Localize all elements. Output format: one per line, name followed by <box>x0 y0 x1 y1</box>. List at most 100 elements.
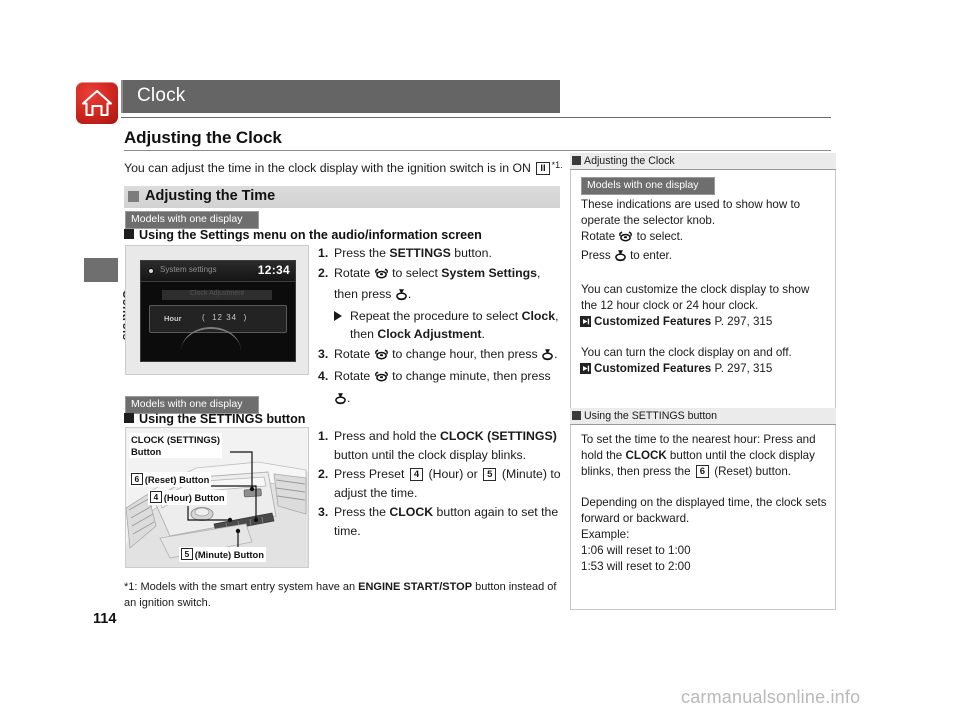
footnote: *1: Models with the smart entry system h… <box>124 579 564 611</box>
subsection-header-label: Using the Settings menu on the audio/inf… <box>139 228 482 242</box>
sidebar-reference-2: Customized Features P. 297, 315 <box>580 361 827 377</box>
sidebar-marker-icon <box>572 411 581 420</box>
step-b-3-number: 3. <box>318 505 329 519</box>
step-1: 1. Press the SETTINGS button. <box>318 244 564 263</box>
home-icon[interactable] <box>76 82 118 124</box>
sidebar-line-1: These indications are used to show how t… <box>581 198 801 227</box>
step-1-text: Press the SETTINGS button. <box>334 246 492 260</box>
figure-audio-screen: System settings 12:34 Clock Adjustment H… <box>125 245 309 375</box>
manual-page: Clock Controls Adjusting the Clock You c… <box>0 0 960 722</box>
section-header-label: Adjusting the Time <box>145 188 276 204</box>
sidebar-panel-2-para-2-line-4: 1:53 will reset to 2:00 <box>581 560 691 573</box>
intro-paragraph: You can adjust the time in the clock dis… <box>124 157 564 177</box>
side-tab-label: Controls <box>72 290 132 340</box>
sidebar-panel-2-body: To set the time to the nearest hour: Pre… <box>570 425 836 610</box>
sidebar-panel-2-para-2-line-3: 1:06 will reset to 1:00 <box>581 544 691 557</box>
sidebar-panel-adjusting-the-clock: Adjusting the Clock Models with one disp… <box>570 153 836 449</box>
sidebar-reference-1-page: P. 297, 315 <box>714 315 773 328</box>
press-knob-icon <box>334 392 347 411</box>
steps-settings-button: 1. Press and hold the CLOCK (SETTINGS) b… <box>318 427 564 541</box>
sidebar-line-2: Rotate to select. <box>581 229 827 248</box>
step-4-number: 4. <box>318 369 329 383</box>
sidebar-panel-2-para-2-line-2: Example: <box>581 528 630 541</box>
press-knob-icon <box>395 288 408 307</box>
step-3: 3. Rotate to change hour, then press . <box>318 345 564 367</box>
sidebar-panel-2-para-2-line-1: Depending on the displayed time, the clo… <box>581 496 827 525</box>
page-title: Adjusting the Clock <box>124 128 282 147</box>
audio-screen-row-label: Hour <box>164 314 182 323</box>
step-b-3: 3. Press the CLOCK button again to set t… <box>318 503 564 540</box>
rotate-knob-icon <box>374 370 389 389</box>
sidebar-reference-2-label[interactable]: Customized Features <box>594 362 711 375</box>
figure-dashboard: CLOCK (SETTINGS) Button 6 (Reset) Button 4… <box>125 427 309 568</box>
sidebar-panel-2-para-1: To set the time to the nearest hour: Pre… <box>581 433 816 478</box>
step-2-text: Rotate to select System Settings, then p… <box>334 266 540 302</box>
callout-reset-button: 6 (Reset) Button <box>129 472 212 487</box>
rotate-knob-icon <box>374 348 389 367</box>
audio-screen-row-value: ( 12 34 ) <box>202 313 248 322</box>
audio-screen-dim-row: Clock Adjustment <box>162 290 272 300</box>
sidebar-panel-2-heading-label: Using the SETTINGS button <box>584 410 718 422</box>
sidebar-reference-1: Customized Features P. 297, 315 <box>580 314 827 330</box>
intro-prefix: You can adjust the time in the clock dis… <box>124 161 535 175</box>
step-4-text: Rotate to change minute, then press . <box>334 369 551 405</box>
section-square-icon <box>128 191 139 202</box>
watermark: carmanualsonline.info <box>681 687 861 707</box>
step-b-2-text: Press Preset 4 (Hour) or 5 (Minute) to a… <box>334 467 561 500</box>
keycap-4: 4 <box>150 491 162 503</box>
rotate-knob-icon <box>374 267 389 286</box>
step-1-number: 1. <box>318 246 329 260</box>
step-4: 4. Rotate to change minute, then press . <box>318 367 564 410</box>
keycap-hour-4: 4 <box>409 468 424 481</box>
step-b-3-text: Press the CLOCK button again to set the … <box>334 505 559 538</box>
sidebar-panel-1-heading: Adjusting the Clock <box>570 153 836 170</box>
sidebar-marker-icon <box>572 156 581 165</box>
rotate-knob-icon <box>618 230 633 248</box>
subsection-header-label-2: Using the SETTINGS button <box>139 412 306 426</box>
sidebar-panel-settings-button: Using the SETTINGS button To set the tim… <box>570 408 836 610</box>
subsection-header-settings-menu: Using the Settings menu on the audio/inf… <box>124 228 482 242</box>
subsection-header-settings-button: Using the SETTINGS button <box>124 412 306 426</box>
badge-models-with-one-display-1: Models with one display <box>125 211 260 229</box>
substep-arrow-icon <box>334 310 342 321</box>
step-b-2: 2. Press Preset 4 (Hour) or 5 (Minute) t… <box>318 465 564 502</box>
step-2: 2. Rotate to select System Settings, the… <box>318 264 564 344</box>
footnote-bold: ENGINE START/STOP <box>358 581 473 593</box>
press-knob-icon <box>614 249 627 267</box>
sidebar-reference-1-label[interactable]: Customized Features <box>594 315 711 328</box>
audio-screen-title: System settings <box>160 265 217 274</box>
callout-clock-settings-button: CLOCK (SETTINGS) Button <box>129 433 223 458</box>
keycap-reset-6: 6 <box>695 465 710 478</box>
footnote-prefix: *1: Models with the smart entry system h… <box>124 581 359 593</box>
step-b-1: 1. Press and hold the CLOCK (SETTINGS) b… <box>318 427 564 464</box>
chapter-title: Clock <box>137 85 186 106</box>
title-rule <box>121 117 831 118</box>
page-title-rule <box>124 150 831 151</box>
step-b-1-number: 1. <box>318 429 329 443</box>
chapter-title-bar: Clock <box>121 80 560 113</box>
reference-arrow-icon <box>580 316 591 327</box>
step-3-text: Rotate to change hour, then press . <box>334 347 558 361</box>
sidebar-panel-2-heading: Using the SETTINGS button <box>570 408 836 425</box>
sidebar-panel-1-heading-label: Adjusting the Clock <box>584 155 675 167</box>
audio-screen-status-dot-icon <box>147 267 155 275</box>
keycap-minute-5: 5 <box>483 468 497 481</box>
intro-footnote-marker: *1. <box>551 160 563 170</box>
step-b-2-number: 2. <box>318 467 329 481</box>
sidebar-para-3: You can turn the clock display on and of… <box>581 346 792 359</box>
step-b-1-text: Press and hold the CLOCK (SETTINGS) butt… <box>334 429 557 462</box>
press-knob-icon <box>541 348 554 367</box>
steps-settings-menu: 1. Press the SETTINGS button. 2. Rotate … <box>318 244 564 411</box>
sidebar-line-3: Press to enter. <box>581 248 827 267</box>
step-2-substep: Repeat the procedure to select Clock, th… <box>334 307 564 344</box>
ignition-on-keycap: II <box>536 162 550 175</box>
callout-minute-button: 5 (Minute) Button <box>179 547 266 562</box>
keycap-6: 6 <box>131 473 143 485</box>
sidebar-reference-2-page: P. 297, 315 <box>714 362 773 375</box>
subsection-square-icon <box>124 229 134 239</box>
subsection-square-icon <box>124 413 134 423</box>
step-2-number: 2. <box>318 265 329 280</box>
section-header-adjusting-the-time: Adjusting the Time <box>124 186 560 208</box>
audio-information-screen: System settings 12:34 Clock Adjustment H… <box>140 260 296 362</box>
sidebar-para-2: You can customize the clock display to s… <box>581 283 810 312</box>
